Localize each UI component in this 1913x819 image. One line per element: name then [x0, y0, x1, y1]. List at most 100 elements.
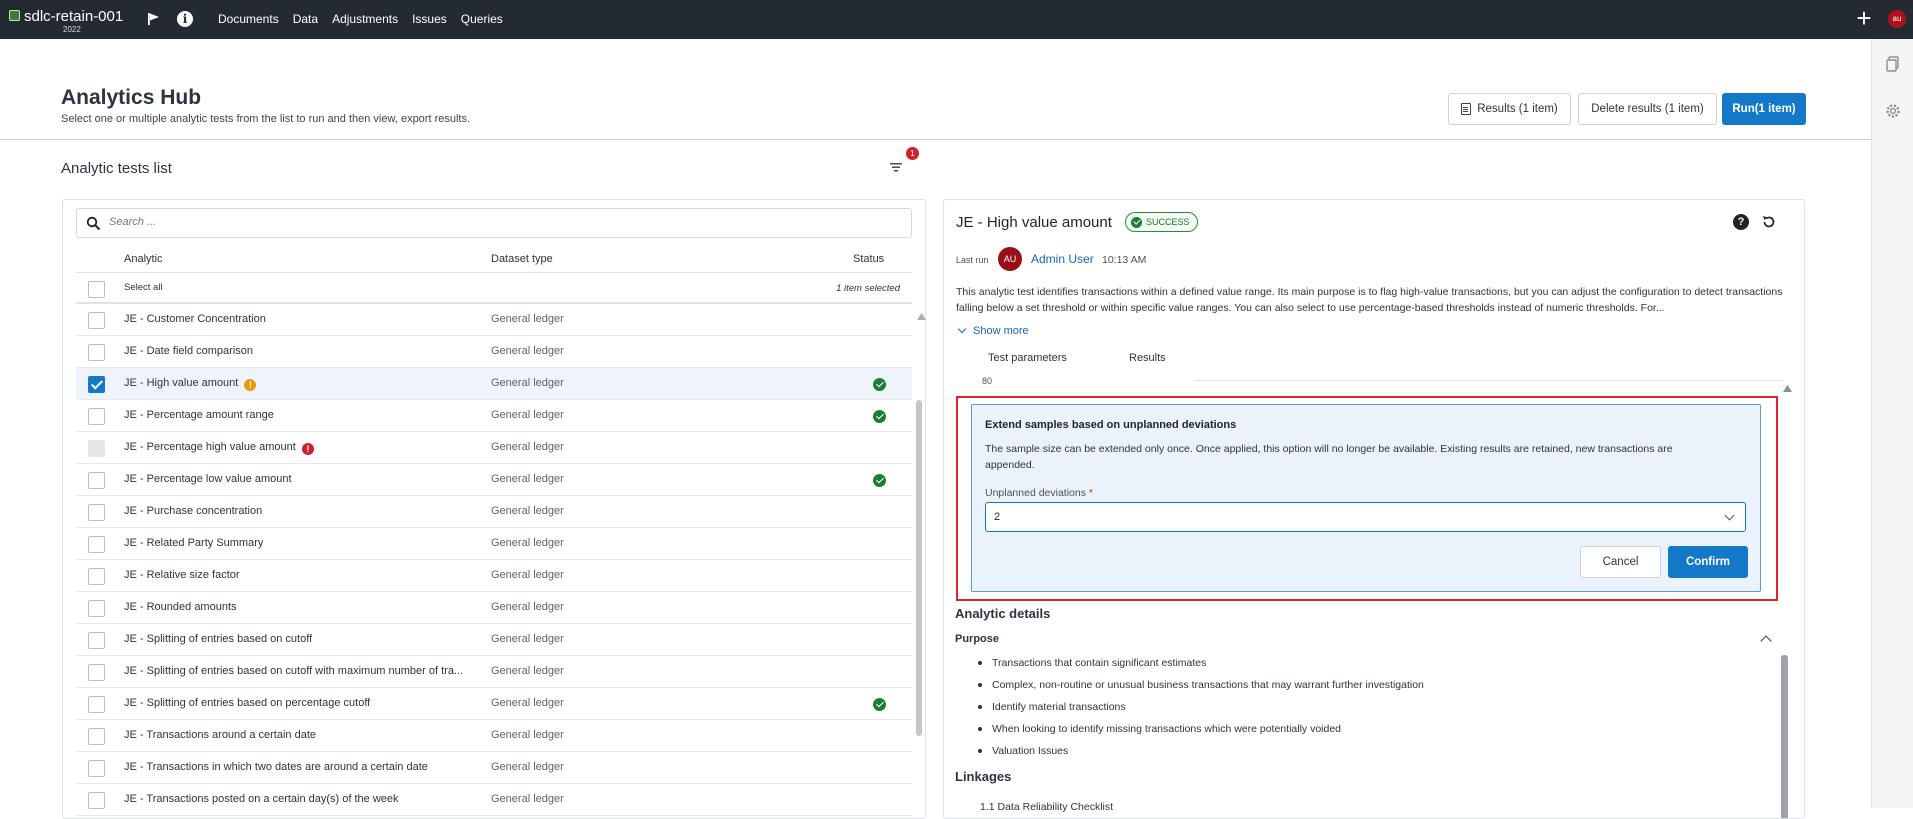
results-button[interactable]: Results (1 item): [1448, 93, 1571, 125]
table-row[interactable]: JE - Splitting of entries based on cutof…: [76, 656, 912, 688]
app-title[interactable]: sdlc-retain-001: [24, 8, 123, 25]
analytic-name[interactable]: JE - Date field comparison: [124, 345, 253, 357]
status-badge-label: SUCCESS: [1146, 217, 1190, 227]
help-icon[interactable]: ?: [1733, 214, 1749, 230]
table-row[interactable]: JE - Splitting of entries based on perce…: [76, 688, 912, 720]
search-input[interactable]: [109, 216, 889, 228]
tab-test-parameters[interactable]: Test parameters: [988, 352, 1067, 364]
list-scroll-up-icon[interactable]: [917, 313, 926, 320]
table-row[interactable]: JE - Rounded amounts General ledger: [76, 592, 912, 624]
analytic-name-text: JE - Splitting of entries based on cutof…: [124, 633, 313, 645]
show-more-label: Show more: [973, 325, 1029, 337]
analytic-name[interactable]: JE - Percentage amount range: [124, 409, 274, 421]
row-checkbox[interactable]: [88, 472, 105, 489]
copy-icon[interactable]: [1884, 55, 1902, 73]
row-checkbox[interactable]: [88, 632, 105, 649]
row-checkbox[interactable]: [88, 536, 105, 553]
dataset-type: General ledger: [491, 633, 564, 645]
analytic-description: This analytic test identifies transactio…: [956, 286, 1783, 314]
table-row[interactable]: JE - Percentage high value amount! Genera…: [76, 432, 912, 464]
row-checkbox[interactable]: [88, 376, 105, 393]
row-checkbox[interactable]: [88, 600, 105, 617]
analytic-name[interactable]: JE - Purchase concentration: [124, 505, 262, 517]
tab-results[interactable]: Results: [1129, 352, 1166, 364]
table-row[interactable]: JE - Transactions around a certain date G…: [76, 720, 912, 752]
warning-icon: !: [244, 379, 257, 391]
row-checkbox[interactable]: [88, 344, 105, 361]
utility-sidebar: [1871, 39, 1913, 808]
column-dataset-type[interactable]: Dataset type: [491, 253, 553, 265]
refresh-icon[interactable]: [1760, 213, 1778, 231]
settings-gear-icon[interactable]: [1884, 102, 1902, 120]
analytic-name[interactable]: JE - Percentage high value amount!: [124, 441, 314, 455]
table-row[interactable]: JE - Percentage low value amount General …: [76, 464, 912, 496]
analytic-name-text: JE - Transactions in which two dates are…: [124, 761, 428, 773]
row-checkbox[interactable]: [88, 504, 105, 521]
analytic-name-text: JE - Customer Concentration: [124, 313, 266, 325]
row-checkbox[interactable]: [88, 408, 105, 425]
nav-queries[interactable]: Queries: [461, 12, 503, 26]
user-avatar[interactable]: au: [1888, 10, 1906, 28]
linkage-item[interactable]: 1.1 Data Reliability Checklist: [980, 801, 1113, 813]
row-checkbox[interactable]: [88, 312, 105, 329]
analytic-name[interactable]: JE - Rounded amounts: [124, 601, 237, 613]
table-row[interactable]: JE - Transactions posted on a certain da…: [76, 784, 912, 816]
table-row[interactable]: JE - Splitting of entries based on cutof…: [76, 624, 912, 656]
detail-scrollbar-thumb[interactable]: [1781, 655, 1788, 818]
table-row[interactable]: JE - Percentage amount range General ledg…: [76, 400, 912, 432]
dataset-type: General ledger: [491, 697, 564, 709]
row-checkbox[interactable]: [88, 568, 105, 585]
column-status[interactable]: Status: [853, 253, 884, 265]
table-row[interactable]: JE - High value amount! General ledger: [76, 368, 912, 400]
analytic-name-text: JE - Purchase concentration: [124, 505, 263, 517]
nav-issues[interactable]: Issues: [412, 12, 447, 26]
row-checkbox[interactable]: [88, 696, 105, 713]
filter-icon[interactable]: [889, 160, 903, 174]
table-row[interactable]: JE - Purchase concentration General ledge…: [76, 496, 912, 528]
table-row[interactable]: JE - Related Party Summary General ledger: [76, 528, 912, 560]
nav-data[interactable]: Data: [293, 12, 318, 26]
analytic-name[interactable]: JE - Customer Concentration: [124, 313, 266, 325]
table-row[interactable]: JE - Date field comparison General ledger: [76, 336, 912, 368]
confirm-button[interactable]: Confirm: [1668, 546, 1748, 578]
analytic-name[interactable]: JE - Related Party Summary: [124, 537, 263, 549]
analytic-name[interactable]: JE - Transactions in which two dates are…: [124, 761, 428, 773]
table-row[interactable]: JE - Customer Concentration General ledge…: [76, 304, 912, 336]
analytic-name[interactable]: JE - Splitting of entries based on perce…: [124, 697, 370, 709]
delete-results-label: Delete results (1 item): [1591, 103, 1704, 115]
nav-adjustments[interactable]: Adjustments: [332, 12, 398, 26]
analytic-name[interactable]: JE - Splitting of entries based on cutof…: [124, 665, 463, 677]
row-checkbox[interactable]: [88, 728, 105, 745]
analytic-name[interactable]: JE - Transactions around a certain date: [124, 729, 316, 741]
list-scrollbar-thumb[interactable]: [916, 400, 922, 736]
flag-icon[interactable]: [147, 12, 161, 26]
show-more-link[interactable]: Show more: [957, 324, 1029, 337]
nav-documents[interactable]: Documents: [218, 12, 279, 26]
analytic-name[interactable]: JE - Transactions posted on a certain da…: [124, 793, 399, 805]
select-all-checkbox[interactable]: [88, 281, 105, 298]
last-run-user[interactable]: Admin User: [1031, 252, 1094, 266]
add-icon[interactable]: +: [1853, 5, 1875, 31]
success-check-icon: [873, 410, 886, 423]
analytic-name-text: JE - Relative size factor: [124, 569, 240, 581]
column-analytic[interactable]: Analytic: [124, 253, 163, 265]
row-checkbox[interactable]: [88, 664, 105, 681]
analytic-name[interactable]: JE - High value amount!: [124, 377, 257, 391]
filter-count-badge: 1: [906, 147, 919, 160]
purpose-title: Purpose: [955, 633, 1000, 645]
row-checkbox[interactable]: [88, 760, 105, 777]
info-icon[interactable]: i: [177, 11, 193, 27]
table-row[interactable]: JE - Transactions in which two dates are…: [76, 752, 912, 784]
delete-results-button[interactable]: Delete results (1 item): [1578, 93, 1717, 125]
analytic-name[interactable]: JE - Percentage low value amount: [124, 473, 292, 485]
tabs-divider: [1194, 380, 1784, 381]
run-button[interactable]: Run(1 item): [1722, 93, 1806, 125]
cancel-button[interactable]: Cancel: [1580, 546, 1661, 578]
row-checkbox[interactable]: [88, 792, 105, 809]
analytic-name[interactable]: JE - Relative size factor: [124, 569, 240, 581]
purpose-item: Complex, non-routine or unusual business…: [976, 677, 1424, 699]
unplanned-deviations-select[interactable]: 2: [985, 502, 1746, 532]
detail-scroll-up-icon[interactable]: [1783, 385, 1792, 392]
analytic-name[interactable]: JE - Splitting of entries based on cutof…: [124, 633, 312, 645]
table-row[interactable]: JE - Relative size factor General ledger: [76, 560, 912, 592]
